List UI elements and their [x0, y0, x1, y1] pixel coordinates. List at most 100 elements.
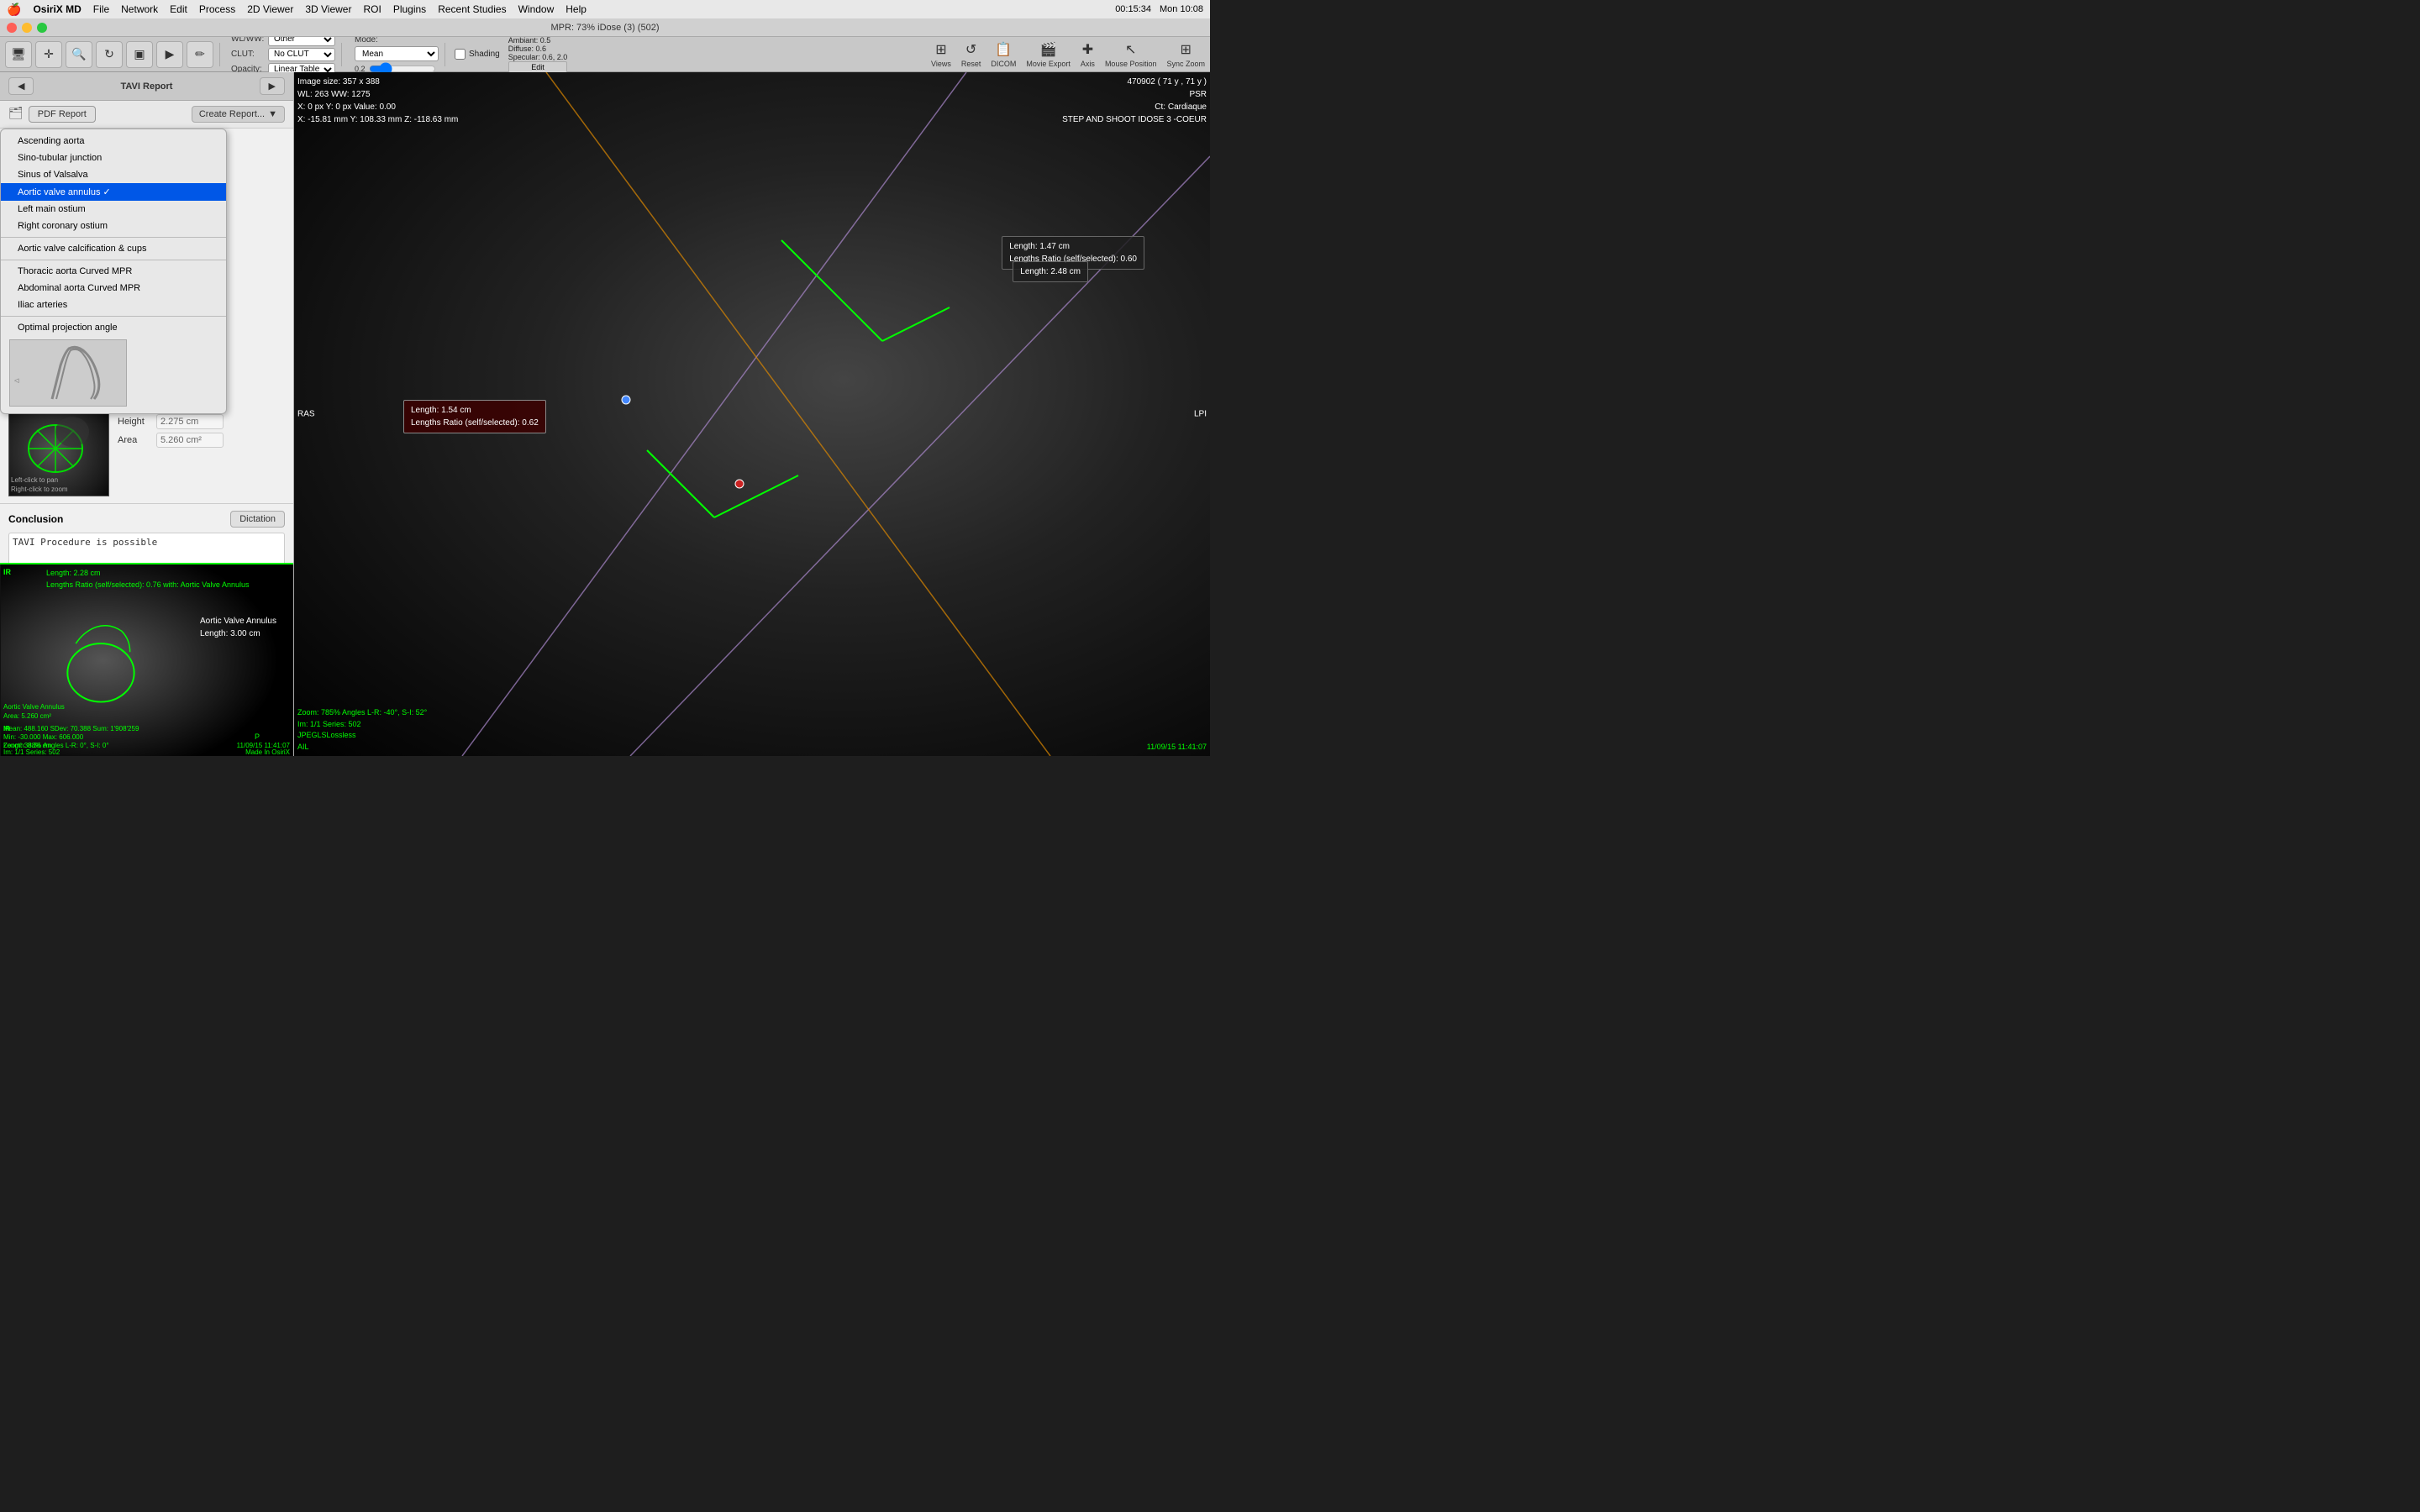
axis-button[interactable]: ✚ Axis: [1081, 41, 1095, 68]
menu-clock: Mon 10:08: [1160, 4, 1203, 14]
pdf-report-button[interactable]: PDF Report: [29, 106, 96, 123]
dropdown-left-main[interactable]: Left main ostium: [1, 201, 226, 218]
dropdown-thoracic[interactable]: Thoracic aorta Curved MPR: [1, 263, 226, 280]
mpr-bottom-left: Zoom: 785% Angles L-R: -40°, S-I: 52° Im…: [297, 707, 427, 753]
mpr-image-size: Image size: 357 x 388: [297, 76, 458, 88]
window-controls[interactable]: [7, 23, 47, 33]
menu-item-plugins[interactable]: Plugins: [393, 3, 426, 15]
toolbar-sep-1: [219, 43, 220, 66]
sync-zoom-button[interactable]: ⊞ Sync Zoom: [1166, 41, 1205, 68]
mpr-pos: X: 0 px Y: 0 px Value: 0.00: [297, 101, 458, 113]
menu-item-osirix[interactable]: OsiriX MD: [33, 3, 81, 15]
dropdown-right-coronary[interactable]: Right coronary ostium: [1, 218, 226, 234]
svg-text:◁: ◁: [14, 378, 19, 384]
shading-label: Shading: [469, 50, 500, 59]
menubar: 🍎 OsiriX MD File Network Edit Process 2D…: [0, 0, 1210, 18]
mpr-zoom-info: Zoom: 785% Angles L-R: -40°, S-I: 52°: [297, 707, 427, 719]
mpr-format-info: JPEGLSLossless: [297, 730, 427, 742]
right-panel[interactable]: Image size: 357 x 388 WL: 263 WW: 1275 X…: [294, 72, 1210, 756]
ambient-value: Ambiant: 0.5: [508, 36, 568, 45]
wlww-area: WL/WW: Other Soft Tissue Bone CLUT: No C…: [231, 33, 335, 76]
menu-item-roi[interactable]: ROI: [363, 3, 381, 15]
mpr-tooltip-2: Length: 2.48 cm: [1013, 261, 1088, 282]
shading-checkbox[interactable]: [455, 49, 466, 60]
tooltip2-line1: Length: 2.48 cm: [1020, 265, 1081, 278]
toolbar-btn-window[interactable]: ▣: [126, 41, 153, 68]
mpr-wl-ww: WL: 263 WW: 1275: [297, 88, 458, 101]
bottom-strip-osirix: Made In OsiriX: [245, 748, 290, 756]
toolbar-btn-refresh[interactable]: ↻: [96, 41, 123, 68]
dropdown-optimal[interactable]: Optimal projection angle: [1, 319, 226, 336]
toolbar-btn-monitor[interactable]: 🖥: [5, 41, 32, 68]
height-row: Height: [118, 414, 224, 429]
edit-lighting-button[interactable]: Edit: [508, 61, 568, 73]
conclusion-title: Conclusion: [8, 513, 63, 525]
dropdown-annulus[interactable]: Aortic valve annulus ✓: [1, 183, 226, 201]
toolbar-btn-movie[interactable]: ▶: [156, 41, 183, 68]
menu-item-file[interactable]: File: [93, 3, 109, 15]
bottom-strip-point: P: [255, 732, 260, 741]
nav-next-button[interactable]: ▶: [260, 77, 285, 95]
dropdown-menu[interactable]: Ascending aorta Sino-tubular junction Si…: [0, 129, 227, 414]
toolbar-sep-2: [341, 43, 342, 66]
apple-logo-icon[interactable]: 🍎: [7, 3, 21, 17]
movie-export-button[interactable]: 🎬 Movie Export: [1026, 41, 1071, 68]
bottom-strip-stats: Mean: 488.160 SDev: 70.388 Sum: 1'908'25…: [3, 725, 139, 732]
views-button[interactable]: ⊞ Views: [931, 41, 951, 68]
mpr-patient-id: 470902 ( 71 y , 71 y ): [1062, 76, 1207, 88]
bottom-strip: Length: 2.28 cm Lengths Ratio (self/sele…: [0, 563, 293, 756]
bottom-strip-ir: IR: [3, 725, 10, 732]
menu-time: 00:15:34: [1115, 4, 1151, 14]
mpr-coords: X: -15.81 mm Y: 108.33 mm Z: -118.63 mm: [297, 113, 458, 126]
fullscreen-button[interactable]: [37, 23, 47, 33]
menu-item-network[interactable]: Network: [121, 3, 158, 15]
specular-value: Specular: 0.6, 2.0: [508, 53, 568, 61]
menu-item-help[interactable]: Help: [566, 3, 587, 15]
create-report-button[interactable]: Create Report... ▼: [192, 106, 285, 123]
menu-item-3d[interactable]: 3D Viewer: [305, 3, 351, 15]
reset-button[interactable]: ↺ Reset: [961, 41, 981, 68]
menu-item-2d[interactable]: 2D Viewer: [247, 3, 293, 15]
dropdown-calcification[interactable]: Aortic valve calcification & cups: [1, 240, 226, 257]
window-title: MPR: 73% iDose (3) (502): [551, 23, 660, 33]
dropdown-abdominal[interactable]: Abdominal aorta Curved MPR: [1, 280, 226, 297]
dictation-button[interactable]: Dictation: [230, 511, 285, 528]
tooltip3-line1: Length: 1.54 cm: [411, 404, 539, 417]
tooltip1-line1: Length: 1.47 cm: [1009, 240, 1137, 253]
close-button[interactable]: [7, 23, 17, 33]
mpr-top-right: 470902 ( 71 y , 71 y ) PSR Ct: Cardiaque…: [1062, 76, 1207, 126]
nav-prev-button[interactable]: ◀: [8, 77, 34, 95]
menu-item-process[interactable]: Process: [199, 3, 235, 15]
toolbar-btn-tool[interactable]: ✏: [187, 41, 213, 68]
dropdown-sep-1: [1, 237, 226, 238]
mode-select[interactable]: Mean MIP MinIP: [355, 46, 439, 61]
tooltip3-line2: Lengths Ratio (self/selected): 0.62: [411, 417, 539, 429]
toolbar-btn-magnify[interactable]: 🔍: [66, 41, 92, 68]
mpr-top-left: Image size: 357 x 388 WL: 263 WW: 1275 X…: [297, 76, 458, 126]
toolbar-btn-crosshair[interactable]: ✛: [35, 41, 62, 68]
clut-select[interactable]: No CLUT: [268, 48, 335, 61]
mpr-right-center: LPI: [1194, 410, 1207, 419]
ct-overlay-text: Left-click to panRight-click to zoom: [11, 476, 68, 494]
minimize-button[interactable]: [22, 23, 32, 33]
mouse-position-button[interactable]: ↖ Mouse Position: [1105, 41, 1157, 68]
toolbar: 🖥 ✛ 🔍 ↻ ▣ ▶ ✏ WL/WW: Other Soft Tissue B…: [0, 37, 1210, 72]
tavi-title: TAVI Report: [40, 81, 252, 92]
titlebar: MPR: 73% iDose (3) (502): [0, 18, 1210, 37]
diffuse-value: Diffuse: 0.6: [508, 45, 568, 53]
dropdown-ascending[interactable]: Ascending aorta: [1, 133, 226, 150]
right-icon-area: ⊞ Views ↺ Reset 📋 DICOM 🎬 Movie Export ✚…: [931, 41, 1205, 68]
menu-item-edit[interactable]: Edit: [170, 3, 187, 15]
dicom-button[interactable]: 📋 DICOM: [991, 41, 1016, 68]
dropdown-sinus[interactable]: Sinus of Valsalva: [1, 166, 226, 183]
left-panel: ◀ TAVI Report ▶ 🗂 PDF Report Create Repo…: [0, 72, 294, 756]
menu-item-recent[interactable]: Recent Studies: [438, 3, 506, 15]
dropdown-iliac[interactable]: Iliac arteries: [1, 297, 226, 313]
mpr-date: 11/09/15 11:41:07: [1147, 742, 1207, 753]
mpr-label-ct: Ct: Cardiaque: [1062, 101, 1207, 113]
shading-area: Shading: [455, 49, 500, 60]
bottom-strip-minmax: Min: -30.000 Max: 606.000: [3, 733, 83, 741]
dropdown-sino[interactable]: Sino-tubular junction: [1, 150, 226, 166]
menu-item-window[interactable]: Window: [518, 3, 555, 15]
area-row: Area: [118, 433, 224, 448]
